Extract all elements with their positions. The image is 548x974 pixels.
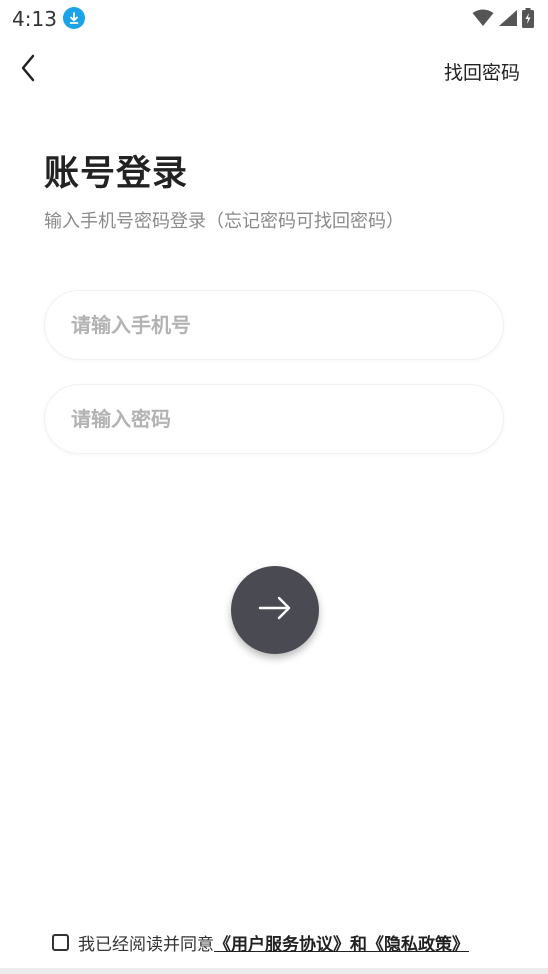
password-input[interactable] xyxy=(69,406,473,432)
forgot-password-link[interactable]: 找回密码 xyxy=(444,58,520,85)
phone-input[interactable] xyxy=(69,312,473,338)
page-subtitle: 输入手机号密码登录（忘记密码可找回密码） xyxy=(44,211,404,232)
agreement-row: 我已经阅读并同意 《用户服务协议》 和 《隐私政策》 xyxy=(52,930,469,955)
password-field[interactable] xyxy=(44,384,504,454)
signal-icon xyxy=(498,9,518,31)
status-icons xyxy=(472,8,534,32)
phone-field[interactable] xyxy=(44,290,504,360)
agreement-conjunction: 和 xyxy=(350,935,367,955)
chevron-left-icon xyxy=(20,54,36,86)
status-time: 4:13 xyxy=(12,7,57,31)
submit-button[interactable] xyxy=(231,566,319,654)
download-icon xyxy=(63,7,85,29)
page-title: 账号登录 xyxy=(44,154,189,194)
agreement-prefix: 我已经阅读并同意 xyxy=(78,935,214,955)
status-bar: 4:13 xyxy=(0,0,548,38)
wifi-icon xyxy=(472,9,494,31)
arrow-right-icon xyxy=(258,595,292,625)
privacy-policy-link[interactable]: 《隐私政策》 xyxy=(367,930,469,955)
user-agreement-link[interactable]: 《用户服务协议》 xyxy=(214,930,350,955)
agree-checkbox[interactable] xyxy=(52,934,69,951)
battery-charging-icon xyxy=(522,8,534,32)
bottom-bar xyxy=(0,968,548,974)
back-button[interactable] xyxy=(12,54,44,86)
